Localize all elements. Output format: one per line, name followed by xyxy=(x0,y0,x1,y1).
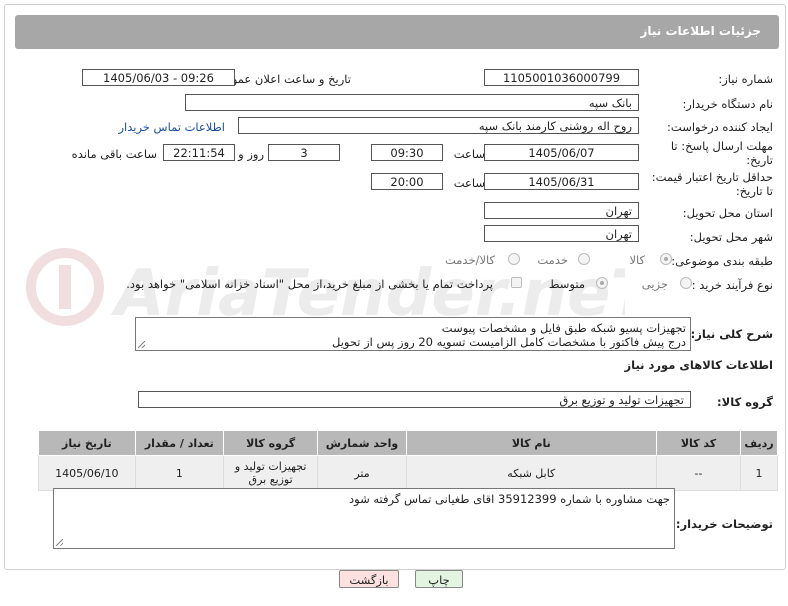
city-field: تهران xyxy=(484,225,639,242)
process-label: نوع فرآیند خرید : xyxy=(691,278,773,292)
summary-line-2: درج پیش فاکتور با مشخصات کامل الزامیست ت… xyxy=(331,335,686,349)
buyer-org-label: نام دستگاه خریدار: xyxy=(682,97,773,111)
treasury-payment-checkbox[interactable] xyxy=(511,277,522,288)
details-panel: جزئیات اطلاعات نیاز AriaTender.neT شماره… xyxy=(4,4,786,570)
deadline-label: مهلت ارسال پاسخ: تا تاریخ: xyxy=(670,139,773,167)
col-header-group: گروه کالا xyxy=(222,430,319,456)
price-valid-time-field: 20:00 xyxy=(371,173,443,190)
treasury-payment-note: پرداخت تمام یا بخشی از مبلغ خرید،از محل … xyxy=(126,277,493,291)
col-header-name: نام کالا xyxy=(405,430,657,456)
days-field: 3 xyxy=(268,144,340,161)
cell-qty: 1 xyxy=(134,455,224,491)
buyer-notes-label: توضیحات خریدار: xyxy=(675,517,773,531)
col-header-date: تاریخ نیاز xyxy=(38,430,136,456)
price-valid-time-label: ساعت xyxy=(453,176,485,190)
cell-code: -- xyxy=(655,455,742,491)
col-header-row-number: ردیف xyxy=(740,430,778,456)
deadline-time-label: ساعت xyxy=(453,147,485,161)
panel-title: جزئیات اطلاعات نیاز xyxy=(640,24,761,38)
process-radio-minor[interactable] xyxy=(680,277,692,289)
province-field: تهران xyxy=(484,202,639,219)
category-option-goods-service: کالا/خدمت xyxy=(444,253,495,267)
process-option-minor: جزیی xyxy=(641,277,668,291)
col-header-code: کد کالا xyxy=(655,430,742,456)
cell-group-line-1: تجهیزات تولید و xyxy=(234,460,307,473)
resize-grip-icon[interactable] xyxy=(56,539,63,546)
table-row: 1 -- کابل شبکه متر تجهیزات تولید و توزیع… xyxy=(38,455,778,491)
cell-group-line-2: توزیع برق xyxy=(248,473,293,486)
print-button[interactable]: چاپ xyxy=(415,570,463,588)
goods-table: ردیف کد کالا نام کالا واحد شمارش گروه کا… xyxy=(38,430,778,491)
price-valid-label: حداقل تاریخ اعتبار قیمت: تا تاریخ: xyxy=(651,170,773,198)
summary-textarea[interactable]: تجهیزات پسیو شبکه طبق فایل و مشخصات پیوس… xyxy=(135,317,691,351)
category-radio-goods-service[interactable] xyxy=(508,253,520,265)
creator-field: روح اله روشنی کارمند بانک سپه xyxy=(238,117,639,134)
summary-label: شرح کلی نیاز: xyxy=(690,327,773,341)
announce-field: 1405/06/03 - 09:26 xyxy=(82,69,235,86)
price-valid-date-field: 1405/06/31 xyxy=(484,173,639,190)
province-label: استان محل تحویل: xyxy=(682,206,773,220)
buyer-notes-text: جهت مشاوره با شماره 35912399 اقای طغیانی… xyxy=(349,492,670,506)
category-label: طبقه بندی موضوعی: xyxy=(671,254,773,268)
cell-row-number: 1 xyxy=(740,455,778,491)
remaining-time-field: 22:11:54 xyxy=(163,144,235,161)
buyer-org-field: بانک سپه xyxy=(185,94,639,111)
category-radio-service[interactable] xyxy=(578,253,590,265)
cell-unit: متر xyxy=(317,455,407,491)
goods-group-label: گروه کالا: xyxy=(717,395,773,409)
col-header-unit: واحد شمارش xyxy=(317,430,407,456)
days-label: روز و xyxy=(238,147,264,161)
cell-date: 1405/06/10 xyxy=(38,455,136,491)
buyer-notes-textarea[interactable]: جهت مشاوره با شماره 35912399 اقای طغیانی… xyxy=(53,488,675,549)
col-header-qty: تعداد / مقدار xyxy=(134,430,224,456)
category-option-service: خدمت xyxy=(537,253,568,267)
resize-grip-icon[interactable] xyxy=(138,341,145,348)
creator-label: ایجاد کننده درخواست: xyxy=(667,120,773,134)
goods-group-field: تجهیزات تولید و توزیع برق xyxy=(138,391,691,408)
cell-name: کابل شبکه xyxy=(405,455,657,491)
need-number-field: 1105001036000799 xyxy=(484,69,639,86)
category-option-goods: کالا xyxy=(629,253,645,267)
city-label: شهر محل تحویل: xyxy=(689,230,773,244)
process-option-medium: متوسط xyxy=(548,277,585,291)
back-button[interactable]: بازگشت xyxy=(339,570,399,588)
deadline-date-field: 1405/06/07 xyxy=(484,144,639,161)
goods-info-title: اطلاعات کالاهای مورد نیاز xyxy=(624,358,773,372)
category-radio-goods[interactable] xyxy=(660,253,672,265)
panel-header: جزئیات اطلاعات نیاز xyxy=(15,15,779,49)
deadline-time-field: 09:30 xyxy=(371,144,443,161)
contact-info-link[interactable]: اطلاعات تماس خریدار xyxy=(118,120,225,134)
summary-line-1: تجهیزات پسیو شبکه طبق فایل و مشخصات پیوس… xyxy=(441,321,686,335)
table-header-row: ردیف کد کالا نام کالا واحد شمارش گروه کا… xyxy=(38,430,778,456)
need-number-label: شماره نیاز: xyxy=(718,72,773,86)
remaining-label: ساعت باقی مانده xyxy=(71,147,157,161)
cell-group: تجهیزات تولید و توزیع برق xyxy=(222,455,319,491)
process-radio-medium[interactable] xyxy=(596,277,608,289)
